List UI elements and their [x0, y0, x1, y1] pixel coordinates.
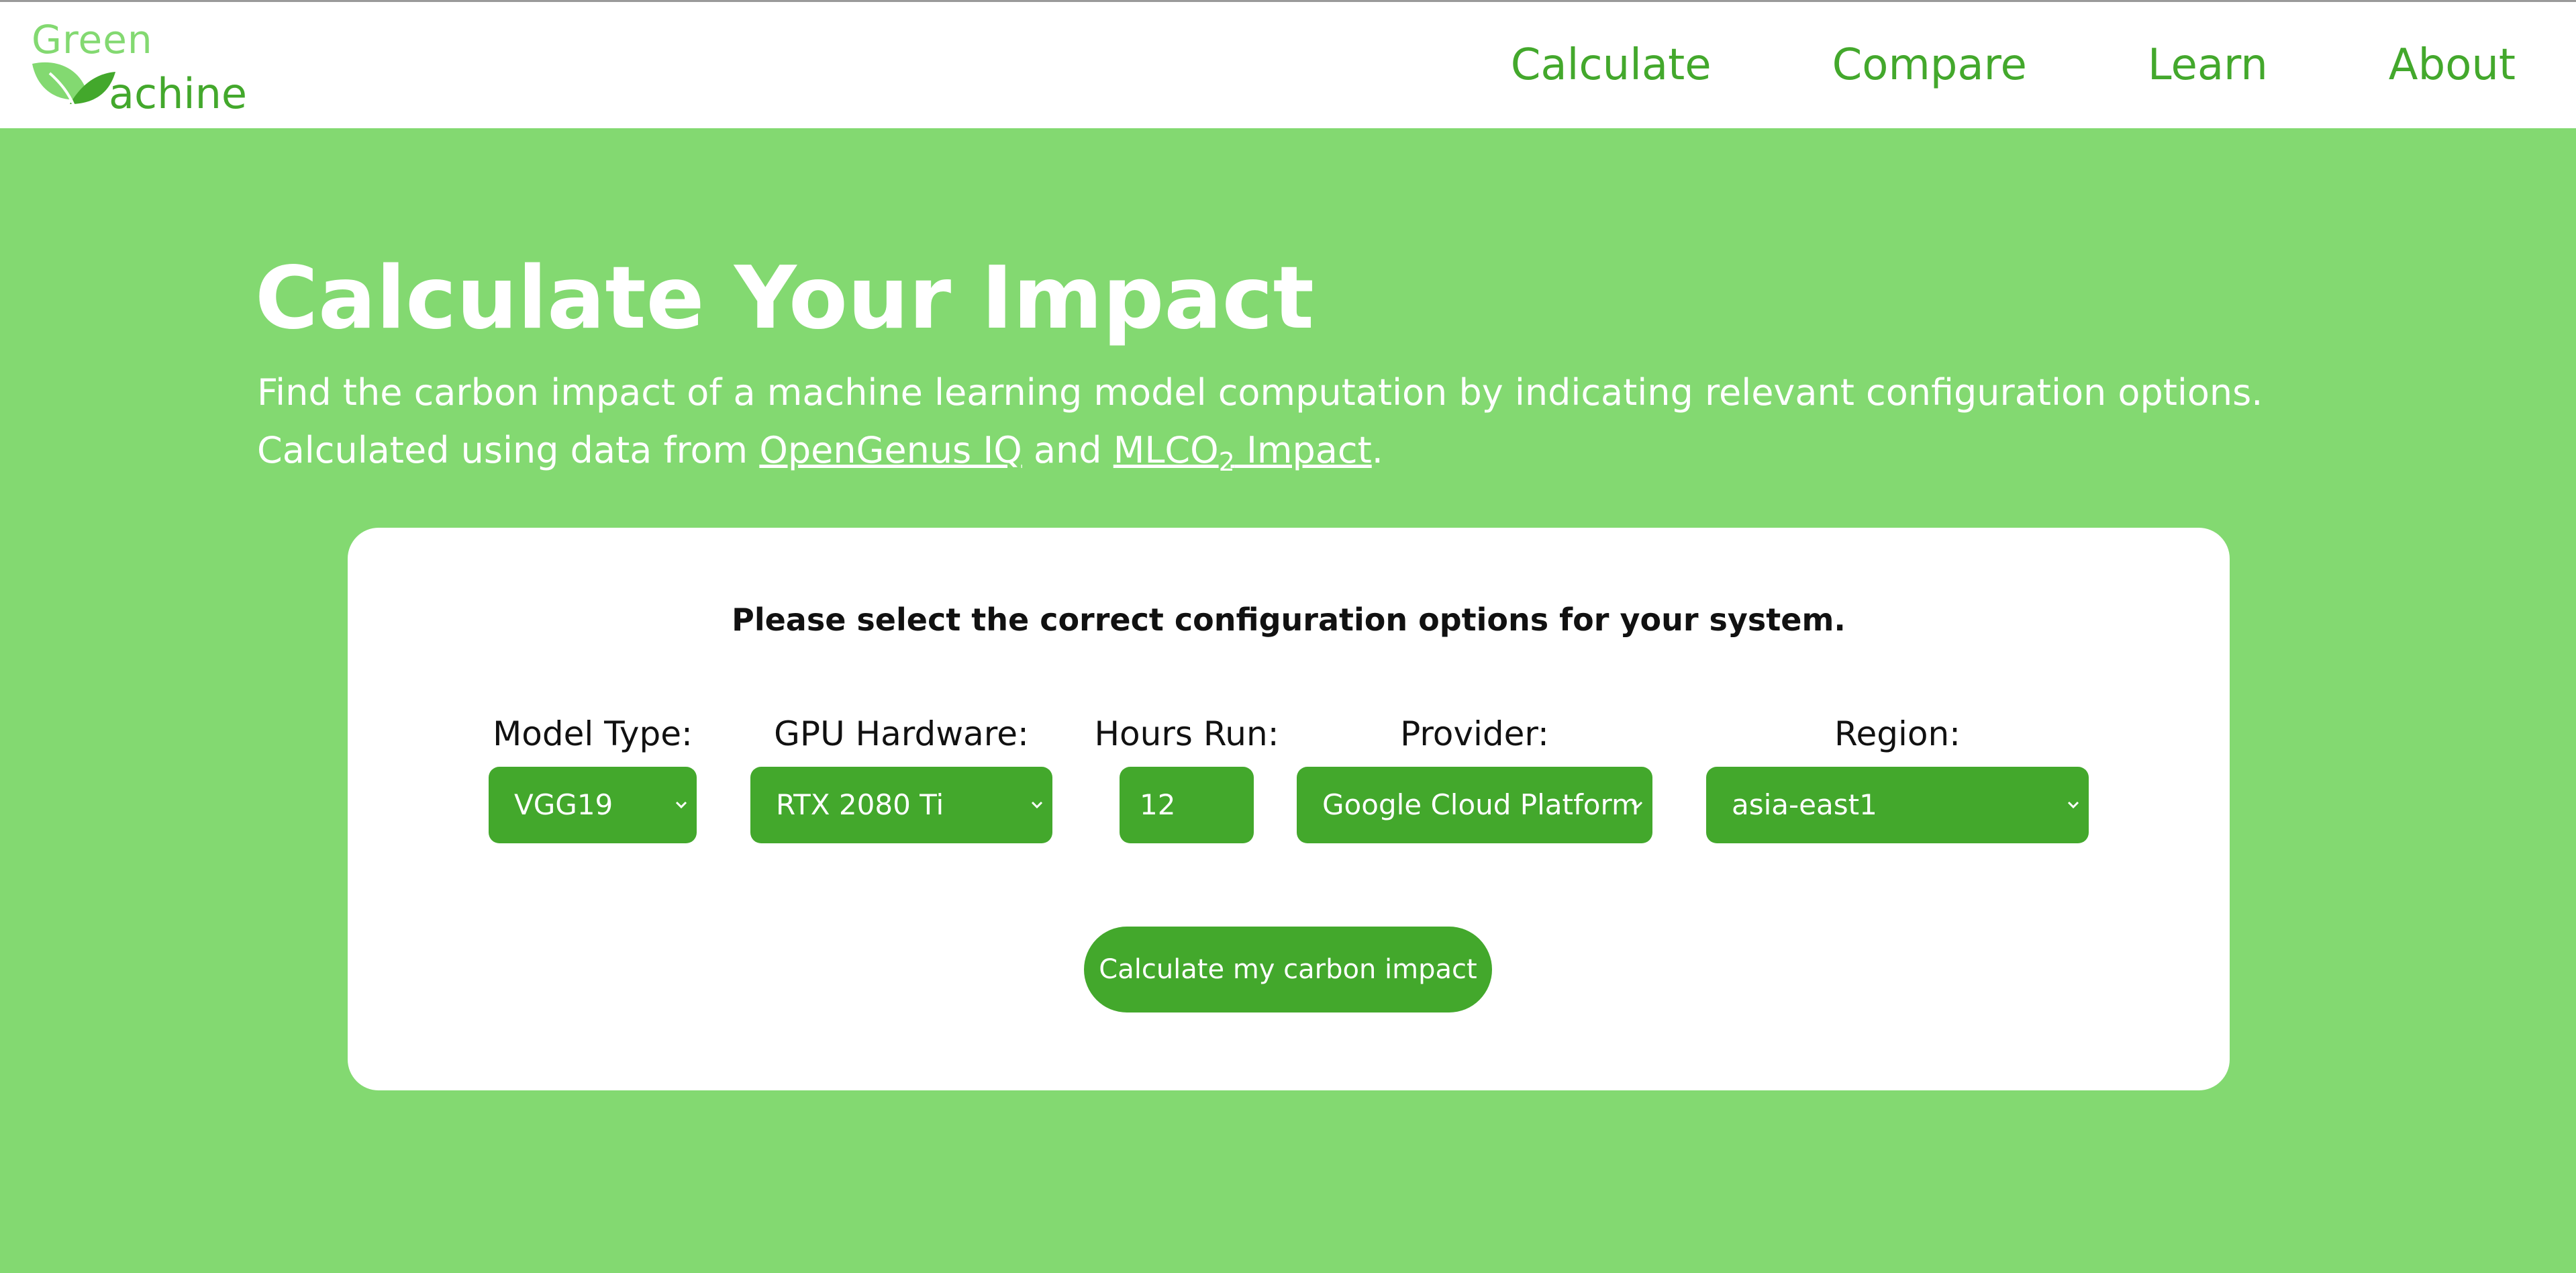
mlco2-impact-link[interactable]: MLCO2 Impact [1113, 429, 1372, 477]
region-label: Region: [1834, 714, 1961, 753]
model-type-label: Model Type: [493, 714, 693, 753]
provider-field: Provider: Google Cloud Platform [1297, 712, 1652, 843]
nav-compare[interactable]: Compare [1832, 40, 2027, 90]
hours-run-label: Hours Run: [1094, 714, 1279, 753]
site-header: Green achine Calculate Compare Learn Abo… [0, 2, 2576, 128]
chevron-down-icon [671, 767, 691, 843]
logo[interactable]: Green achine [30, 17, 248, 118]
mlco2-link-main: MLCO [1113, 429, 1219, 471]
provider-value: Google Cloud Platform [1322, 788, 1639, 821]
hours-run-value: 12 [1140, 788, 1176, 821]
logo-text-achine: achine [109, 69, 248, 118]
gpu-hardware-field: GPU Hardware: RTX 2080 Ti [750, 712, 1052, 843]
chevron-down-icon [1027, 767, 1047, 843]
provider-select[interactable]: Google Cloud Platform [1297, 767, 1652, 843]
gpu-hardware-value: RTX 2080 Ti [776, 788, 944, 821]
calculator-card: Please select the correct configuration … [348, 528, 2230, 1090]
gpu-hardware-label: GPU Hardware: [774, 714, 1029, 753]
calculate-button[interactable]: Calculate my carbon impact [1084, 927, 1492, 1012]
nav-calculate[interactable]: Calculate [1511, 40, 1712, 90]
source-suffix: . [1371, 429, 1383, 471]
source-prefix: Calculated using data from [257, 429, 760, 471]
form-instruction: Please select the correct configuration … [732, 602, 1846, 638]
main-nav: Calculate Compare Learn About [1390, 38, 2516, 92]
provider-label: Provider: [1400, 714, 1549, 753]
chevron-down-icon [2063, 767, 2083, 843]
mlco2-link-subscript: 2 [1218, 446, 1235, 477]
nav-about[interactable]: About [2389, 40, 2516, 90]
model-type-select[interactable]: VGG19 [489, 767, 697, 843]
leaf-logo-icon [32, 62, 115, 106]
model-type-field: Model Type: VGG19 [489, 712, 697, 843]
description-line: Find the carbon impact of a machine lear… [257, 371, 2263, 414]
nav-learn[interactable]: Learn [2148, 40, 2268, 90]
region-field: Region: asia-east1 [1706, 712, 2089, 843]
source-line: Calculated using data from OpenGenus IQ … [257, 422, 2263, 491]
logo-text-green: Green [32, 17, 153, 62]
source-and: and [1022, 429, 1113, 471]
page-title: Calculate Your Impact [255, 248, 1314, 348]
model-type-value: VGG19 [514, 788, 613, 821]
opengenus-link[interactable]: OpenGenus IQ [759, 429, 1022, 471]
chevron-down-icon [1627, 767, 1647, 843]
page-description: Find the carbon impact of a machine lear… [257, 364, 2263, 491]
hours-run-input[interactable]: 12 [1120, 767, 1254, 843]
hours-run-field: Hours Run: 12 [1093, 712, 1281, 843]
region-select[interactable]: asia-east1 [1706, 767, 2089, 843]
mlco2-link-rest: Impact [1234, 429, 1372, 471]
region-value: asia-east1 [1732, 788, 1877, 821]
gpu-hardware-select[interactable]: RTX 2080 Ti [750, 767, 1052, 843]
